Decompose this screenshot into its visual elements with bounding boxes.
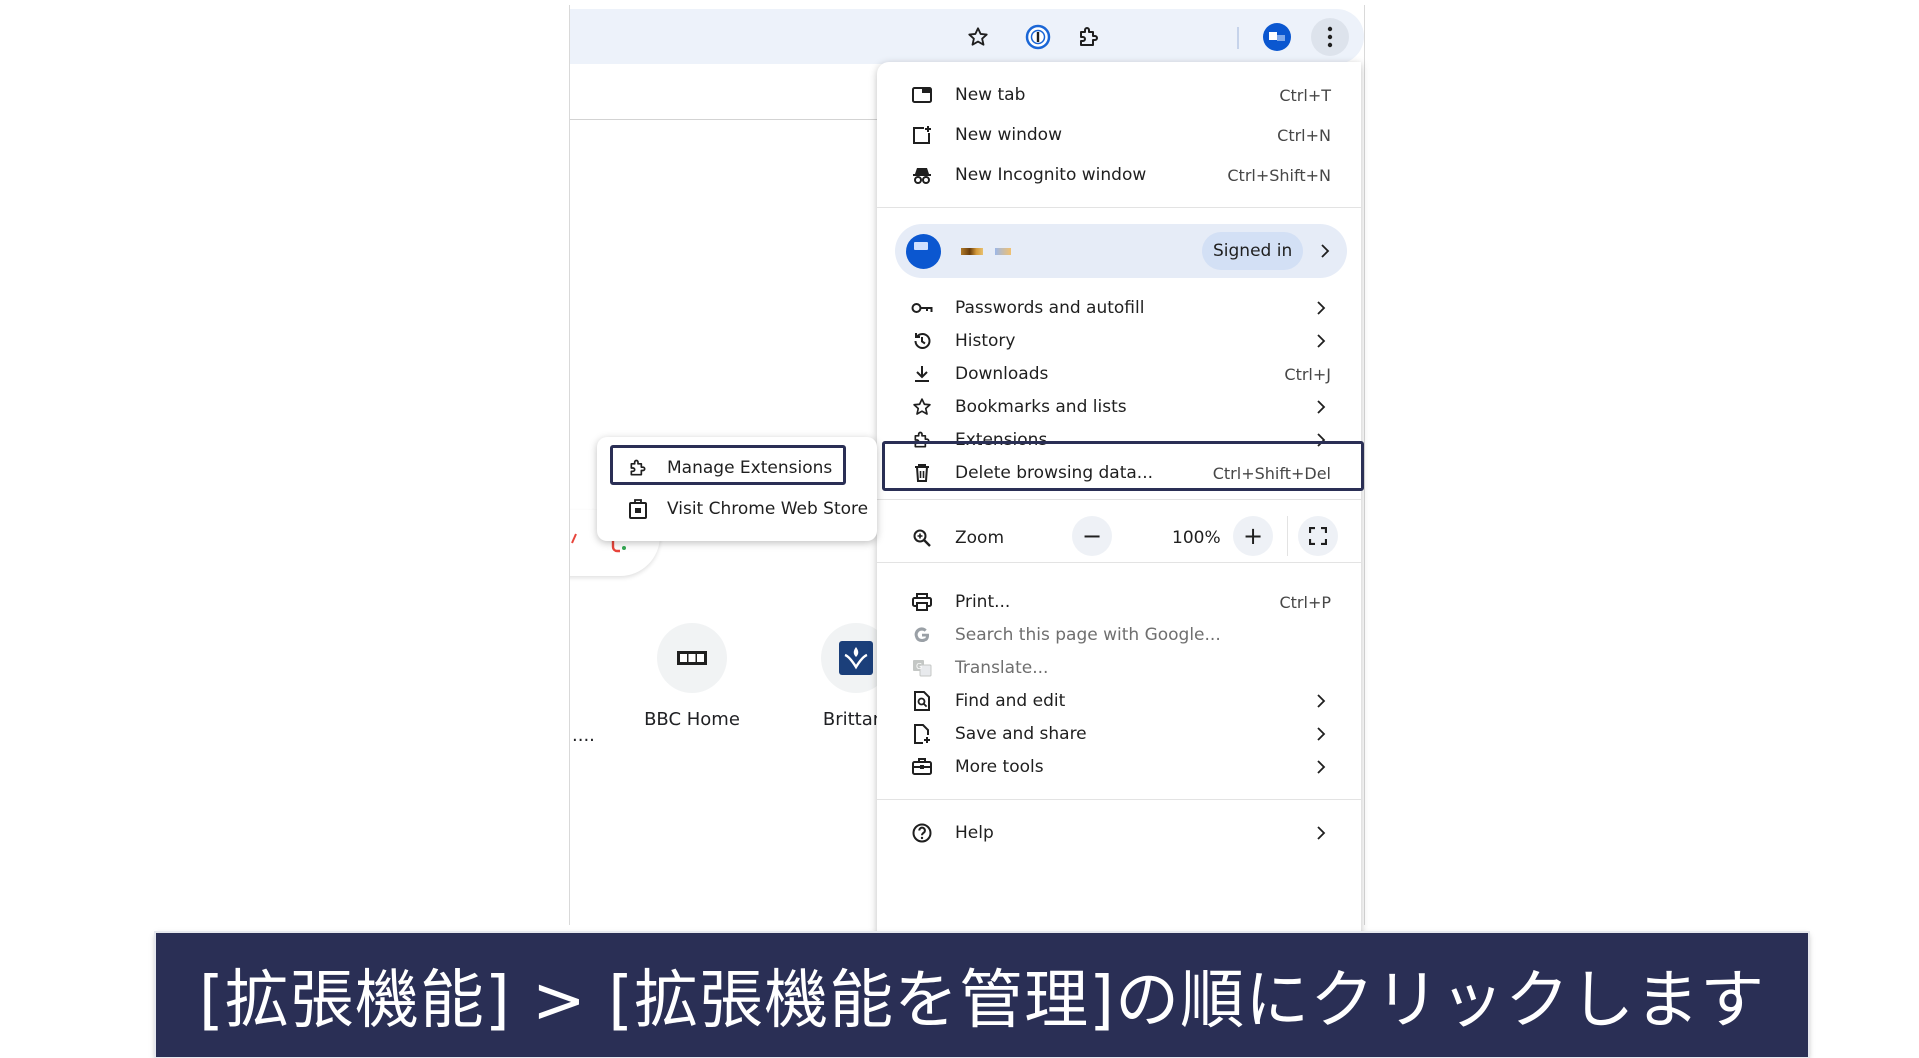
puzzle-icon: [1080, 27, 1098, 46]
profile-button[interactable]: [1258, 18, 1296, 56]
zoom-level: 100%: [1172, 528, 1221, 548]
avatar: [906, 234, 941, 269]
manage-extensions-highlight-box: [610, 445, 846, 485]
toolbar-separator: [1237, 27, 1239, 49]
web-store-icon: [627, 498, 649, 520]
key-icon: [911, 297, 933, 319]
help-icon: [911, 822, 933, 844]
save-share-icon: [911, 723, 933, 745]
chevron-right-icon: [1317, 694, 1326, 708]
history-icon: [911, 330, 933, 352]
zoom-in-button[interactable]: +: [1233, 516, 1273, 556]
chevron-right-icon: [1317, 301, 1326, 315]
menu-divider: [877, 562, 1361, 563]
menu-divider: [877, 499, 1361, 500]
chevron-right-icon: [1317, 334, 1326, 348]
menu-item-new-incognito-window[interactable]: New Incognito window Ctrl+Shift+N: [877, 155, 1361, 195]
menu-item-help[interactable]: Help: [877, 813, 1361, 853]
shortcut-bbc-home[interactable]: BBC Home: [622, 623, 762, 730]
download-icon: [911, 363, 933, 385]
star-outline-icon: [968, 27, 988, 46]
instruction-caption: [拡張機能] > [拡張機能を管理]の順にクリックします: [156, 933, 1808, 1057]
chrome-menu-button[interactable]: [1311, 18, 1349, 56]
shortcut-label: BBC Home: [644, 709, 740, 730]
page-divider: [570, 119, 900, 120]
chevron-right-icon: [1317, 400, 1326, 414]
partial-red-icon: [571, 533, 577, 544]
chrome-menu: New tab Ctrl+T New window Ctrl+N New Inc…: [877, 62, 1361, 942]
submenu-item-visit-web-store[interactable]: Visit Chrome Web Store: [597, 489, 877, 529]
google-icon: [911, 624, 933, 646]
new-window-icon: [911, 124, 933, 146]
1password-icon: [1025, 24, 1051, 50]
incognito-icon: [911, 164, 933, 186]
bbc-icon: [657, 623, 727, 693]
translate-icon: G: [911, 657, 933, 679]
chevron-right-icon: [1321, 244, 1330, 258]
new-tab-icon: [911, 84, 933, 106]
extensions-toolbar-button[interactable]: [1070, 18, 1108, 56]
menu-item-zoom: Zoom − 100% +: [877, 516, 1361, 558]
menu-divider: [877, 799, 1361, 800]
star-icon: [911, 396, 933, 418]
print-icon: [911, 591, 933, 613]
profile-icon: [1263, 23, 1291, 51]
password-manager-extension-button[interactable]: [1019, 18, 1057, 56]
fullscreen-button[interactable]: [1298, 516, 1338, 556]
bookmark-star-button[interactable]: [959, 18, 997, 56]
menu-divider: [877, 207, 1361, 208]
find-icon: [911, 690, 933, 712]
fullscreen-icon: [1309, 527, 1327, 545]
menu-item-more-tools[interactable]: More tools: [877, 747, 1361, 787]
chevron-right-icon: [1317, 727, 1326, 741]
redacted-name: [961, 248, 983, 255]
signed-in-badge: Signed in: [1202, 232, 1304, 270]
zoom-out-button[interactable]: −: [1072, 516, 1112, 556]
extensions-highlight-box: [882, 441, 1364, 491]
profile-row[interactable]: Signed in: [895, 224, 1347, 278]
zoom-icon: [911, 527, 933, 549]
chevron-right-icon: [1317, 826, 1326, 840]
menu-item-new-tab[interactable]: New tab Ctrl+T: [877, 75, 1361, 115]
browser-toolbar: [570, 9, 1364, 64]
shortcut-label-partial: ....: [572, 725, 595, 746]
menu-item-new-window[interactable]: New window Ctrl+N: [877, 115, 1361, 155]
redacted-email: [995, 248, 1011, 255]
toolbox-icon: [911, 756, 933, 778]
svg-text:G: G: [916, 662, 922, 671]
kebab-menu-icon: [1327, 26, 1333, 48]
chevron-right-icon: [1317, 760, 1326, 774]
zoom-separator: [1287, 516, 1288, 556]
